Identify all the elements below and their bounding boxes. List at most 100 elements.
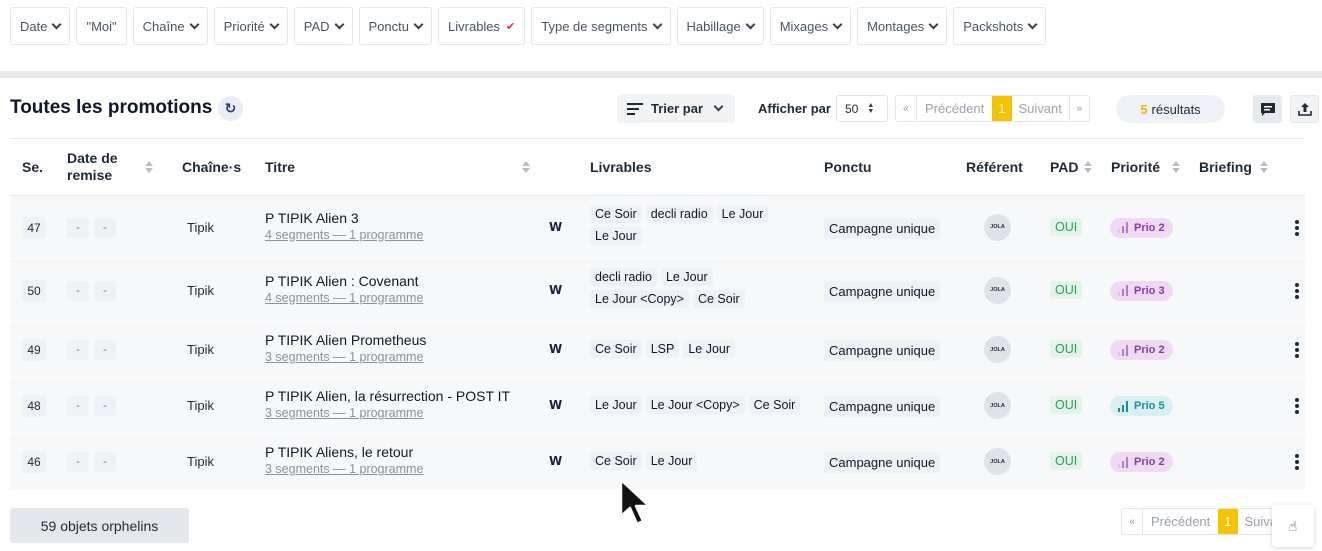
livrable-chip[interactable]: LSP: [645, 340, 680, 358]
filter-2[interactable]: Chaîne: [132, 7, 208, 45]
col-livrables[interactable]: Livrables: [590, 159, 651, 175]
filter-11[interactable]: Packshots: [953, 7, 1047, 45]
date-end[interactable]: -: [94, 280, 116, 301]
priority-badge[interactable]: Prio 5: [1110, 396, 1173, 416]
priority-badge[interactable]: Prio 2: [1110, 217, 1173, 238]
avatar[interactable]: JOLA: [984, 276, 1011, 304]
pager-next-button[interactable]: Suivant: [1012, 96, 1069, 121]
filter-10[interactable]: Montages: [857, 7, 948, 45]
date-end[interactable]: -: [94, 217, 116, 238]
sort-arrows-icon: [1083, 161, 1092, 173]
pager-current-page[interactable]: 1: [1218, 509, 1238, 534]
row-title[interactable]: P TIPIK Alien 3: [265, 210, 423, 226]
col-pad[interactable]: PAD: [1050, 159, 1092, 175]
col-chaine[interactable]: Chaîne·s: [182, 159, 241, 175]
livrable-chip[interactable]: Le Jour: [683, 340, 736, 358]
hand-icon: ☝: [1288, 517, 1298, 534]
filter-0[interactable]: Date: [10, 7, 71, 45]
date-end[interactable]: -: [94, 340, 116, 360]
refresh-button[interactable]: ↻: [218, 96, 243, 121]
livrable-chip[interactable]: Le Jour: [716, 204, 769, 223]
filter-6[interactable]: Livrables ✔: [438, 7, 526, 45]
help-button[interactable]: ☝: [1272, 505, 1314, 547]
table-row[interactable]: 48 - - Tipik P TIPIK Alien, la résurrection…: [10, 378, 1305, 434]
table-row[interactable]: 49 - - Tipik P TIPIK Alien Prometheus 3 seg…: [10, 322, 1305, 378]
row-subtitle-link[interactable]: 4 segments — 1 programme: [265, 228, 423, 242]
livrable-chip[interactable]: Le Jour <Copy>: [645, 396, 745, 414]
filter-4[interactable]: PAD: [293, 7, 353, 45]
livrable-chip[interactable]: decli radio: [645, 204, 713, 223]
filter-7[interactable]: Type de segments: [531, 7, 671, 45]
row-title[interactable]: P TIPIK Alien, la résurrection - POST IT: [265, 388, 510, 404]
col-titre[interactable]: Titre: [265, 159, 530, 175]
more-options-icon[interactable]: [1295, 342, 1299, 358]
livrable-chip[interactable]: Le Jour: [645, 452, 698, 470]
filter-1[interactable]: "Moi": [76, 7, 127, 45]
date-start[interactable]: -: [67, 340, 89, 360]
date-start[interactable]: -: [67, 280, 89, 301]
pager-prev-button[interactable]: Précédent: [1142, 509, 1218, 534]
col-briefing[interactable]: Briefing: [1199, 159, 1268, 175]
more-options-icon[interactable]: [1295, 282, 1299, 299]
date-end[interactable]: -: [94, 396, 116, 416]
filter-9[interactable]: Mixages: [769, 7, 852, 45]
priority-badge[interactable]: Prio 2: [1110, 452, 1173, 472]
filter-3[interactable]: Priorité: [213, 7, 288, 45]
filter-8[interactable]: Habillage: [676, 7, 764, 45]
avatar[interactable]: JOLA: [984, 336, 1011, 363]
priority-badge[interactable]: Prio 2: [1110, 340, 1173, 360]
orphans-button[interactable]: 59 objets orphelins: [10, 508, 189, 543]
row-subtitle-link[interactable]: 3 segments — 1 programme: [265, 462, 423, 476]
more-options-icon[interactable]: [1295, 219, 1299, 236]
avatar[interactable]: JOLA: [984, 448, 1011, 475]
more-options-icon[interactable]: [1295, 398, 1299, 414]
col-date[interactable]: Date de remise: [67, 150, 167, 184]
more-options-icon[interactable]: [1295, 454, 1299, 470]
pager-first-button[interactable]: «: [896, 96, 916, 121]
pad-badge: OUI: [1050, 340, 1083, 358]
upload-icon: [1297, 103, 1312, 116]
livrable-chip[interactable]: Ce Soir: [692, 289, 745, 308]
col-ponctu[interactable]: Ponctu: [824, 159, 871, 175]
pager-prev-button[interactable]: Précédent: [916, 96, 992, 121]
date-start[interactable]: -: [67, 396, 89, 416]
per-page-select[interactable]: 50 ▲ ▼: [836, 95, 888, 122]
livrable-chip[interactable]: Le Jour: [660, 267, 713, 286]
row-subtitle-link[interactable]: 4 segments — 1 programme: [265, 291, 423, 305]
col-priorite[interactable]: Priorité: [1111, 159, 1181, 175]
sort-button[interactable]: Trier par: [617, 94, 735, 123]
row-subtitle-link[interactable]: 3 segments — 1 programme: [265, 350, 426, 364]
priority-badge[interactable]: Prio 3: [1110, 280, 1173, 301]
date-start[interactable]: -: [67, 217, 89, 238]
comments-button[interactable]: [1253, 95, 1282, 123]
livrable-chip[interactable]: decli radio: [590, 267, 657, 286]
pager-current-page[interactable]: 1: [992, 96, 1012, 121]
filter-label: Montages: [867, 18, 925, 34]
livrable-chip[interactable]: Ce Soir: [590, 204, 642, 223]
date-start[interactable]: -: [67, 452, 89, 472]
row-title[interactable]: P TIPIK Alien : Covenant: [265, 273, 423, 289]
avatar[interactable]: JOLA: [984, 213, 1011, 241]
livrable-chip[interactable]: Le Jour: [590, 226, 642, 245]
livrable-chip[interactable]: Ce Soir: [590, 452, 642, 470]
export-button[interactable]: [1290, 95, 1319, 123]
row-subtitle-link[interactable]: 3 segments — 1 programme: [265, 406, 510, 420]
row-title[interactable]: P TIPIK Alien Prometheus: [265, 332, 426, 348]
table-row[interactable]: 50- - Tipik P TIPIK Alien : Covenant 4 seg…: [10, 259, 1305, 322]
row-title[interactable]: P TIPIK Aliens, le retour: [265, 444, 423, 460]
date-end[interactable]: -: [94, 452, 116, 472]
col-num[interactable]: Se.: [22, 159, 43, 175]
livrable-chip[interactable]: Le Jour <Copy>: [590, 289, 689, 308]
refresh-icon: ↻: [224, 100, 237, 116]
col-referent[interactable]: Référent: [966, 159, 1023, 175]
pager-last-button[interactable]: »: [1068, 96, 1089, 121]
livrable-chip[interactable]: Ce Soir: [748, 396, 801, 414]
livrable-chip[interactable]: Le Jour: [590, 396, 642, 414]
row-chaine: Tipik: [187, 398, 214, 413]
table-row[interactable]: 47- - Tipik P TIPIK Alien 3 4 segments — 1…: [10, 196, 1305, 259]
livrable-chip[interactable]: Ce Soir: [590, 340, 642, 358]
pager-first-button[interactable]: «: [1122, 509, 1142, 534]
filter-5[interactable]: Ponctu: [358, 7, 433, 45]
filter-label: Type de segments: [541, 18, 648, 34]
avatar[interactable]: JOLA: [984, 392, 1011, 419]
